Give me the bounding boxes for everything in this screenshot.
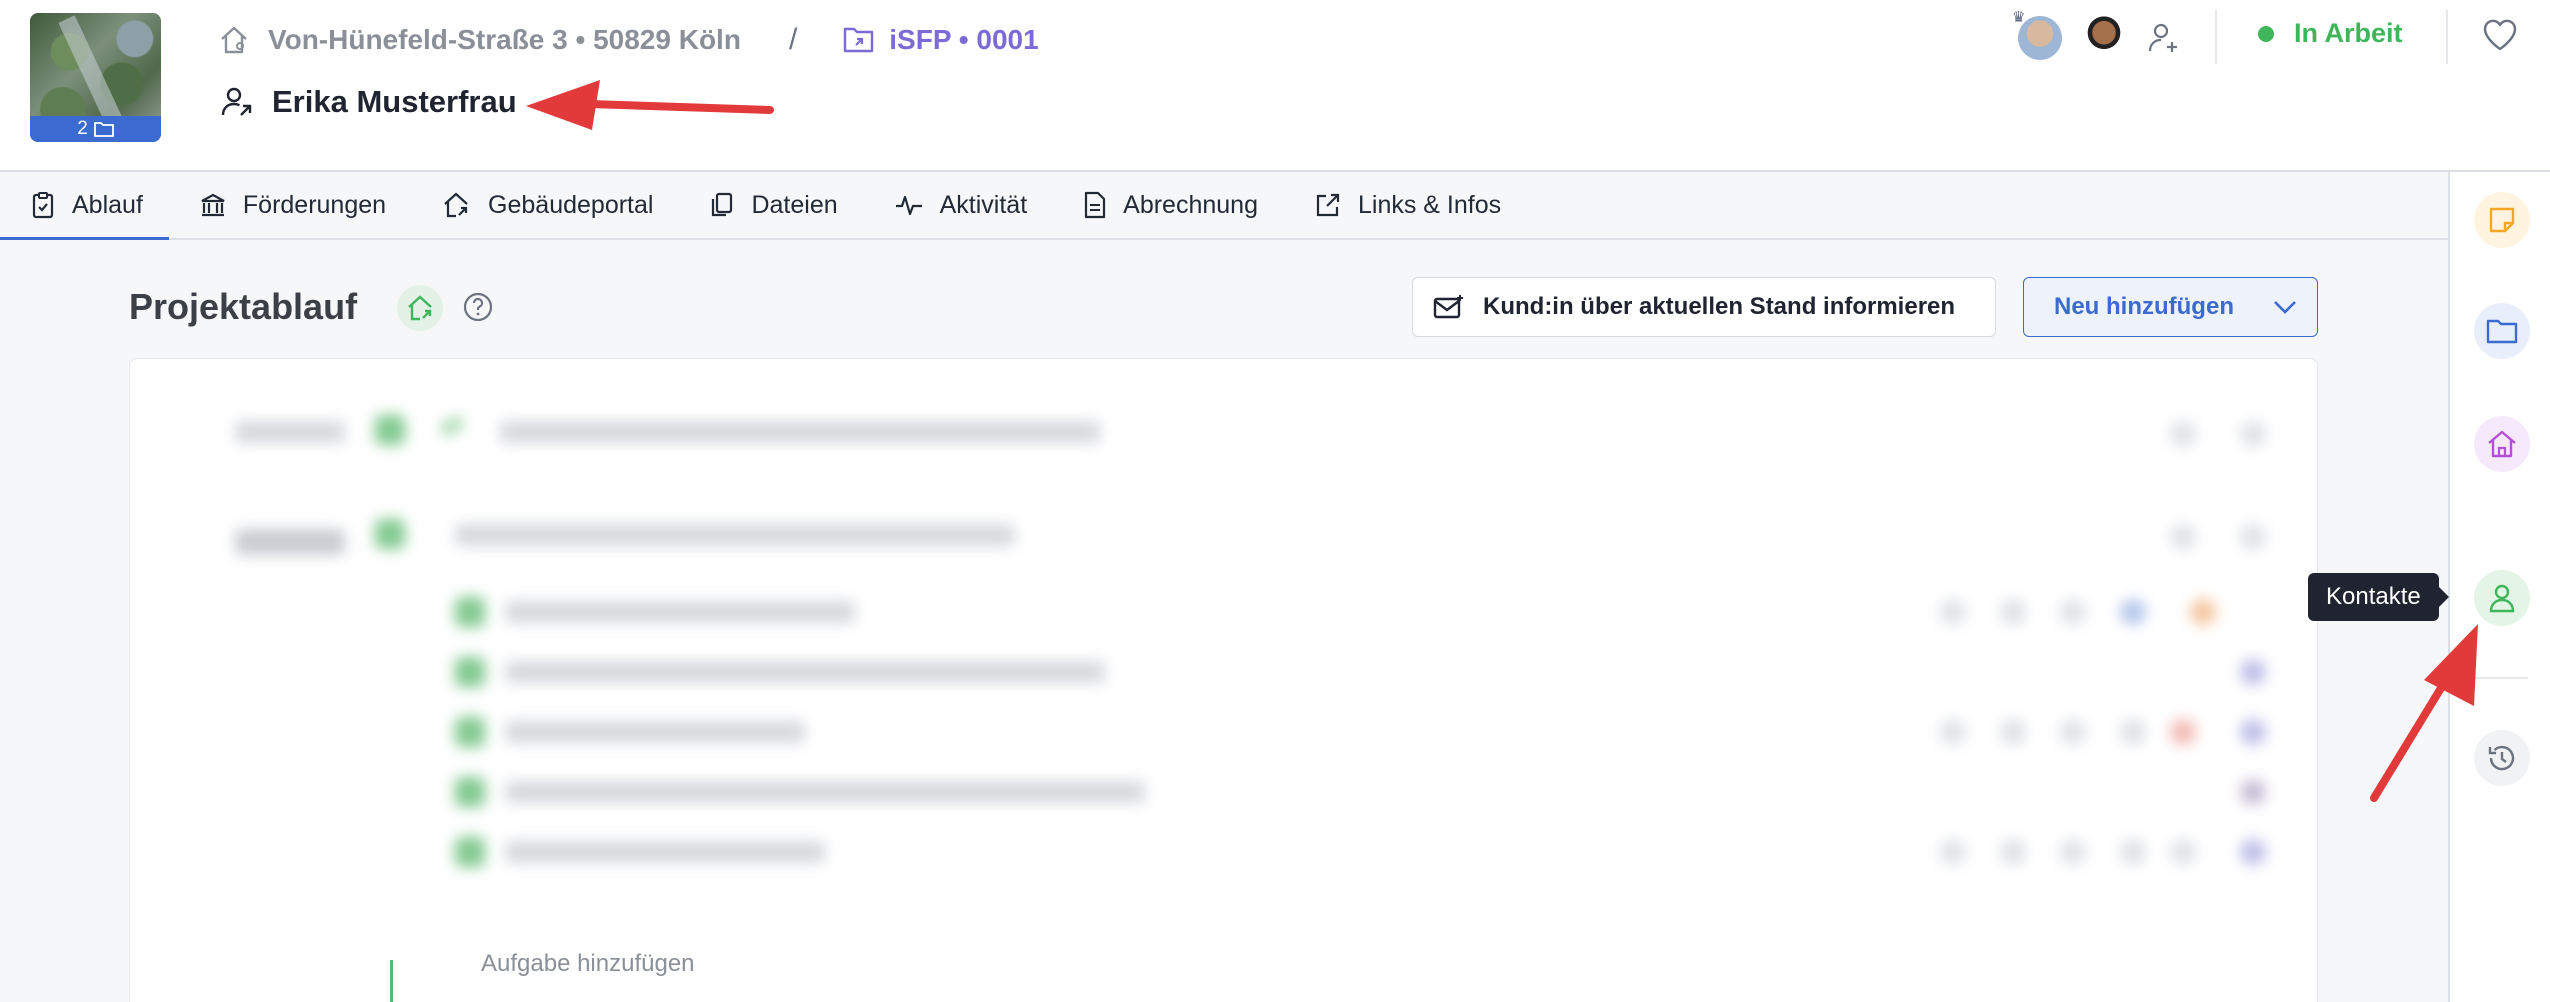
notes-button[interactable] (2474, 192, 2530, 248)
status-badge[interactable]: In Arbeit (2258, 18, 2403, 49)
thumbnail-badge: 2 (30, 116, 161, 142)
mail-sparkle-icon (1433, 295, 1463, 319)
inform-customer-button[interactable]: Kund:in über aktuellen Stand informieren (1412, 277, 1996, 337)
page-title: Projektablauf (129, 286, 358, 327)
address-link[interactable]: Von-Hünefeld-Straße 3 • 50829 Köln (268, 24, 741, 56)
house-share-icon (444, 192, 468, 218)
chevron-down-icon (2274, 301, 2296, 314)
tab-label: Links & Infos (1357, 190, 1502, 219)
blurred-task-list (130, 359, 2317, 1002)
folder-button[interactable] (2474, 303, 2530, 359)
add-user-icon[interactable] (2146, 20, 2182, 56)
house-button[interactable] (2474, 416, 2530, 472)
workflow-card (129, 358, 2318, 1002)
help-icon[interactable] (461, 290, 495, 324)
tab-aktivitaet[interactable]: Aktivität (864, 171, 1054, 239)
add-new-label: Neu hinzufügen (2054, 293, 2234, 320)
status-label: In Arbeit (2294, 18, 2403, 48)
contact-arrow-icon (221, 87, 252, 116)
header: 2 Von-Hünefeld-Straße 3 • 50829 Köln / i… (0, 0, 2550, 172)
tab-links-infos[interactable]: Links & Infos (1284, 171, 1527, 239)
history-icon (2488, 745, 2515, 771)
inform-customer-label: Kund:in über aktuellen Stand informieren (1483, 293, 1956, 320)
house-icon (2488, 430, 2516, 458)
tab-abrechnung[interactable]: Abrechnung (1053, 171, 1284, 239)
tab-label: Dateien (751, 190, 838, 219)
clipboard-icon (32, 192, 54, 219)
tab-bar: Ablauf Förderungen Gebäudeportal Dateien… (0, 171, 2448, 241)
tab-label: Förderungen (242, 190, 387, 219)
divider (2446, 10, 2448, 64)
avatar[interactable] (2082, 16, 2126, 60)
rail-divider (2452, 677, 2528, 679)
tab-label: Abrechnung (1123, 190, 1258, 219)
folder-share-icon (844, 27, 874, 53)
status-dot (2258, 25, 2274, 42)
tab-label: Aktivität (939, 190, 1028, 219)
divider (2215, 10, 2217, 64)
house-icon (221, 26, 247, 54)
bank-icon (201, 193, 225, 217)
files-icon (712, 192, 733, 217)
folder-icon (2486, 319, 2518, 344)
history-button[interactable] (2474, 730, 2530, 786)
external-link-icon (1316, 193, 1340, 217)
project-link[interactable]: iSFP • 0001 (889, 24, 1038, 56)
crown-icon: ♛ (2012, 9, 2026, 26)
add-task-link[interactable]: Aufgabe hinzufügen (481, 950, 695, 978)
gebaeudeportal-status-icon[interactable] (397, 285, 443, 331)
tab-foerderungen[interactable]: Förderungen (169, 171, 412, 239)
tab-ablauf[interactable]: Ablauf (0, 171, 169, 241)
activity-icon (895, 195, 922, 216)
building-thumbnail[interactable]: 2 (30, 13, 161, 142)
timeline-line (390, 960, 393, 1002)
customer-row[interactable]: Erika Musterfrau (220, 84, 517, 120)
heart-icon[interactable] (2482, 18, 2518, 52)
tab-label: Ablauf (72, 190, 143, 219)
contacts-button[interactable] (2474, 570, 2530, 626)
breadcrumb: Von-Hünefeld-Straße 3 • 50829 Köln / iSF… (218, 20, 1039, 60)
right-rail (2448, 172, 2550, 1002)
team-avatars: ♛ (2012, 9, 2182, 60)
breadcrumb-separator: / (788, 23, 798, 56)
contacts-tooltip: Kontakte (2308, 573, 2449, 621)
tab-dateien[interactable]: Dateien (679, 171, 863, 239)
tab-label: Gebäudeportal (488, 190, 654, 219)
contact-icon (2489, 584, 2515, 613)
thumbnail-count: 2 (77, 118, 88, 139)
invoice-icon (1085, 191, 1106, 219)
tab-gebaeudeportal[interactable]: Gebäudeportal (412, 171, 679, 239)
notes-icon (2489, 207, 2515, 233)
avatar[interactable]: ♛ (2012, 9, 2062, 60)
folder-icon (93, 122, 114, 137)
add-new-dropdown[interactable]: Neu hinzufügen (2023, 277, 2318, 337)
customer-name[interactable]: Erika Musterfrau (272, 84, 517, 120)
